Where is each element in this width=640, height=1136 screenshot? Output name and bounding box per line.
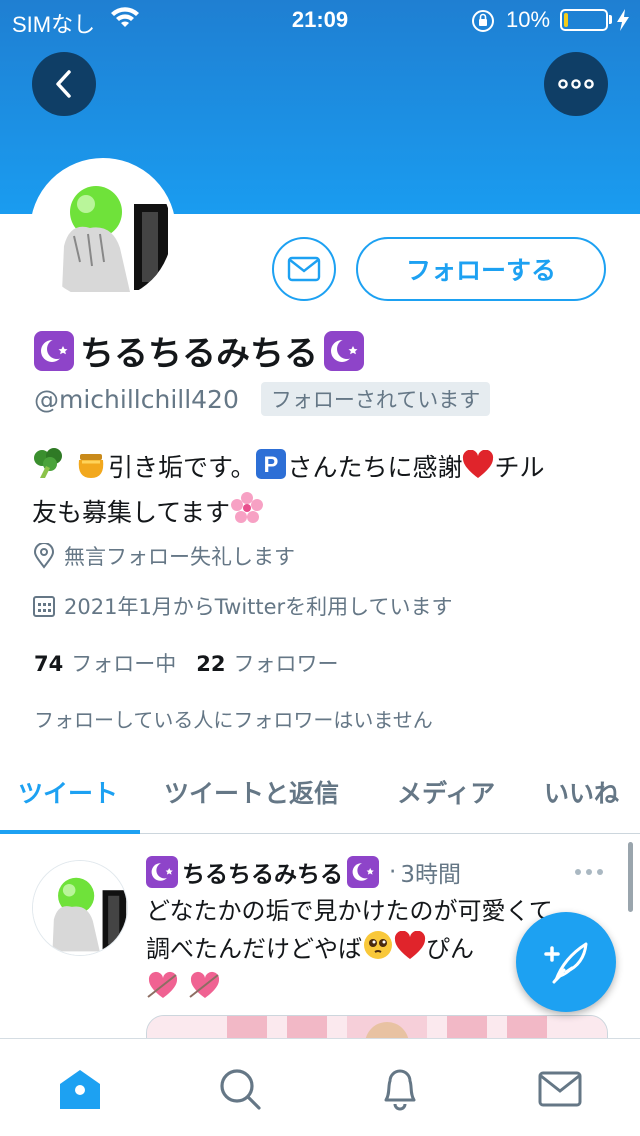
following-count: 74: [34, 652, 64, 676]
compose-tweet-button[interactable]: [516, 912, 616, 1012]
chevron-left-icon: [56, 70, 71, 98]
tweet-header: ちるちるみちる · 3時間: [146, 855, 461, 889]
tweet-author-name: ちるちるみちる: [182, 862, 343, 888]
battery-tip: [609, 15, 612, 24]
followers-link[interactable]: 22 フォロワー: [196, 648, 338, 678]
tab-tweets[interactable]: ツイート: [18, 774, 118, 810]
bio-text-c: チル: [494, 453, 545, 482]
envelope-icon: [287, 256, 321, 282]
red-heart-icon: [394, 930, 426, 971]
bio-text-line2: 友も募集してます: [32, 498, 231, 527]
red-heart-icon: [462, 449, 494, 491]
calendar-icon: [33, 596, 55, 617]
message-button[interactable]: [272, 237, 336, 301]
profile-bio: 引き垢です。 P さんたちに感謝 チル 友も募集してます: [32, 448, 612, 536]
tab-media[interactable]: メディア: [397, 774, 495, 810]
tweet-separator: ·: [389, 859, 397, 885]
honey-pot-icon: [74, 448, 108, 491]
bottom-navigation: [0, 1038, 640, 1136]
display-name: ちるちるみちる: [80, 334, 318, 374]
tweet-time: 3時間: [400, 862, 461, 888]
crescent-badge-icon: [146, 856, 178, 888]
follow-button[interactable]: フォローする: [356, 237, 606, 301]
home-icon: [60, 1070, 100, 1109]
broccoli-icon: [32, 448, 66, 491]
compose-tweet-icon: [544, 942, 588, 984]
followers-count: 22: [196, 652, 226, 676]
location-row: 無言フォロー失礼します: [32, 541, 295, 571]
profile-avatar[interactable]: [30, 158, 176, 304]
joined-row: 2021年1月からTwitterを利用しています: [32, 591, 453, 621]
back-button[interactable]: [32, 52, 96, 116]
heart-with-arrow-icon: [188, 971, 222, 1011]
active-tab-indicator: [0, 830, 140, 834]
crescent-badge-icon: [347, 856, 379, 888]
nav-notifications[interactable]: [376, 1065, 424, 1113]
followers-label: フォロワー: [233, 652, 339, 676]
cherry-blossom-icon: [230, 491, 264, 536]
more-icon: [575, 869, 603, 875]
following-label: フォロー中: [71, 652, 177, 676]
profile-tabs: ツイート ツイートと返信 メディア いいね: [0, 760, 640, 834]
nav-messages[interactable]: [536, 1065, 584, 1113]
following-link[interactable]: 74 フォロー中: [34, 648, 176, 678]
bio-text-b: さんたちに感謝: [287, 453, 463, 482]
status-bar: SIMなし 21:09 10%: [0, 0, 640, 40]
pleading-face-icon: [362, 929, 394, 971]
tweet-line1: どなたかの垢で見かけたのが可愛くて: [146, 897, 553, 925]
search-icon: [220, 1069, 261, 1110]
nav-home[interactable]: [56, 1065, 104, 1113]
tweet-line2-tail: ぴん: [426, 935, 474, 963]
bio-text-a: 引き垢です。: [107, 453, 256, 482]
heart-with-arrow-icon: [146, 971, 180, 1011]
tweet-line2: 調べたんだけどやば: [146, 935, 362, 963]
more-button[interactable]: [544, 52, 608, 116]
charging-bolt-icon: [616, 8, 630, 38]
crescent-badge-icon: [34, 330, 74, 371]
parking-icon: P: [255, 448, 287, 491]
mail-icon: [538, 1071, 582, 1107]
location-pin-icon: [33, 543, 55, 569]
follow-counts: 74 フォロー中 22 フォロワー: [34, 648, 338, 678]
battery-percent: 10%: [506, 7, 551, 32]
handle-row: @michillchill420 フォローされています: [34, 382, 491, 416]
bell-icon: [384, 1069, 416, 1111]
svg-text:P: P: [264, 452, 279, 477]
tab-tweets-and-replies[interactable]: ツイートと返信: [164, 774, 339, 810]
joined-text: 2021年1月からTwitterを利用しています: [64, 595, 453, 619]
display-name-row: ちるちるみちる: [34, 326, 364, 375]
more-icon: [558, 79, 594, 89]
crescent-badge-icon: [324, 330, 364, 371]
scrollbar[interactable]: [628, 842, 633, 912]
mutual-followers-note: フォローしている人にフォロワーはいません: [34, 708, 433, 732]
tweet-more-button[interactable]: [574, 861, 604, 880]
nav-search[interactable]: [216, 1065, 264, 1113]
battery-icon: [560, 9, 608, 31]
follows-you-badge: フォローされています: [260, 382, 491, 416]
tweet-avatar[interactable]: [32, 860, 128, 956]
tab-likes[interactable]: いいね: [544, 774, 619, 810]
location-text: 無言フォロー失礼します: [64, 545, 295, 569]
tweet-media-card[interactable]: [146, 1015, 608, 1040]
orientation-lock-icon: [470, 8, 496, 40]
user-handle: @michillchill420: [34, 384, 239, 414]
